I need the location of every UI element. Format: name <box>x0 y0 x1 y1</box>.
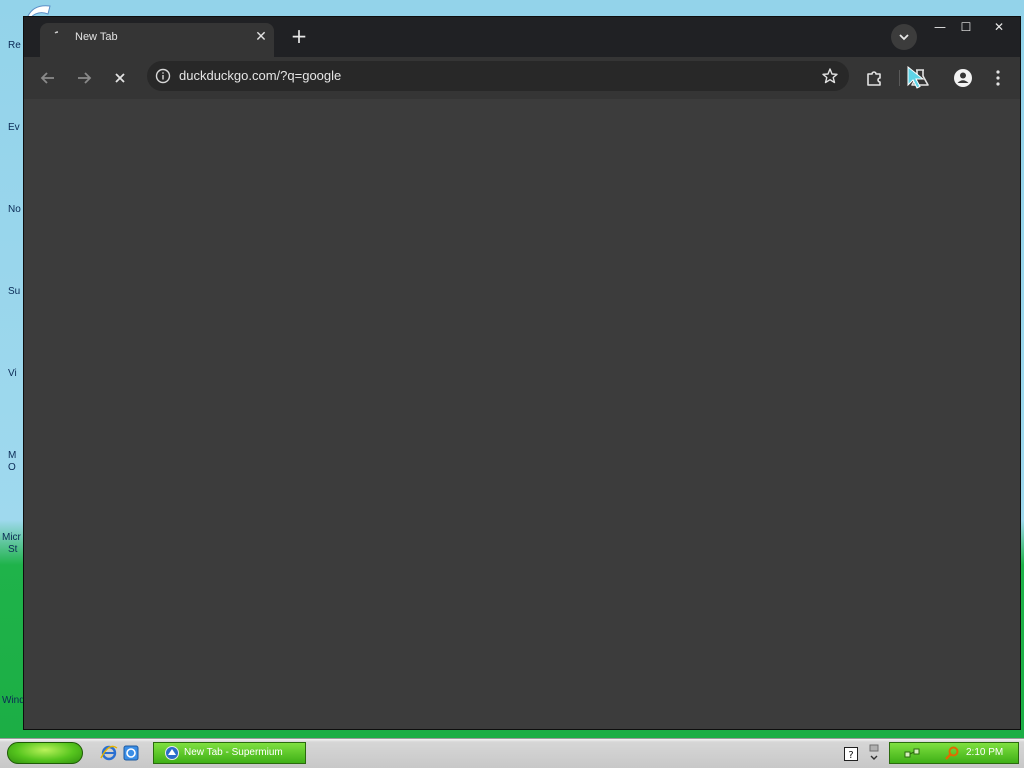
toolbar-divider <box>899 70 900 86</box>
svg-text:?: ? <box>848 750 853 761</box>
clock[interactable]: 2:10 PM <box>966 747 1003 758</box>
browser-window: New Tab ✕ + — ☐ ✕ duckduckgo.com/?q=goog… <box>23 16 1021 730</box>
desktop-icon-label[interactable]: Micr <box>2 532 21 543</box>
start-button[interactable] <box>7 742 83 764</box>
browser-quicklaunch-icon[interactable] <box>122 744 140 762</box>
tab-strip: New Tab ✕ + — ☐ ✕ <box>24 17 1020 57</box>
tab-title: New Tab <box>75 31 118 43</box>
site-info-icon[interactable] <box>153 66 173 86</box>
desktop-icon-label[interactable]: Vi <box>8 368 17 379</box>
taskbar-item-supermium[interactable]: New Tab - Supermium <box>153 742 306 764</box>
address-bar[interactable]: duckduckgo.com/?q=google <box>147 61 849 91</box>
notification-arrows-icon[interactable] <box>866 742 882 764</box>
desktop-icon-label[interactable]: No <box>8 204 21 215</box>
forward-arrow-icon[interactable] <box>70 64 98 92</box>
new-tab-button[interactable]: + <box>288 25 310 47</box>
desktop-icon-label[interactable]: M <box>8 450 16 461</box>
page-content[interactable] <box>24 99 1020 729</box>
taskbar-item-label: New Tab - Supermium <box>184 747 283 758</box>
minimize-button[interactable]: — <box>928 17 952 37</box>
tab-search-button[interactable] <box>891 24 917 50</box>
tab-new-tab[interactable]: New Tab ✕ <box>40 23 274 57</box>
url-text[interactable]: duckduckgo.com/?q=google <box>179 68 341 83</box>
person-icon[interactable] <box>949 64 977 92</box>
close-window-button[interactable]: ✕ <box>984 17 1014 37</box>
supermium-icon <box>165 746 179 760</box>
desktop-icon-label[interactable]: Ev <box>8 122 20 133</box>
stop-icon[interactable] <box>106 64 134 92</box>
tab-close-icon[interactable]: ✕ <box>252 28 270 46</box>
puzzle-icon[interactable] <box>860 64 888 92</box>
maximize-button[interactable]: ☐ <box>954 17 978 37</box>
desktop-icon-label[interactable]: Wind <box>2 695 25 706</box>
desktop-icon-label[interactable]: Re <box>8 40 21 51</box>
chevron-down-icon <box>899 34 909 41</box>
star-icon[interactable] <box>819 65 841 87</box>
desktop-icon-label[interactable]: O <box>8 462 16 473</box>
network-icon[interactable] <box>904 747 920 759</box>
browser-toolbar: duckduckgo.com/?q=google <box>24 57 1020 99</box>
internet-explorer-icon[interactable] <box>100 744 118 762</box>
loading-throbber-icon <box>54 31 59 34</box>
mouse-cursor-icon <box>907 66 925 89</box>
kebab-menu-icon[interactable] <box>984 64 1012 92</box>
desktop-icon-label[interactable]: St <box>8 544 17 555</box>
help-icon[interactable]: ? <box>844 746 858 761</box>
system-tray: 2:10 PM <box>889 742 1019 764</box>
taskbar: New Tab - Supermium ? 2:10 PM <box>0 738 1024 768</box>
desktop-icon-label[interactable]: Su <box>8 286 20 297</box>
back-arrow-icon[interactable] <box>34 64 62 92</box>
search-icon[interactable] <box>944 745 960 761</box>
